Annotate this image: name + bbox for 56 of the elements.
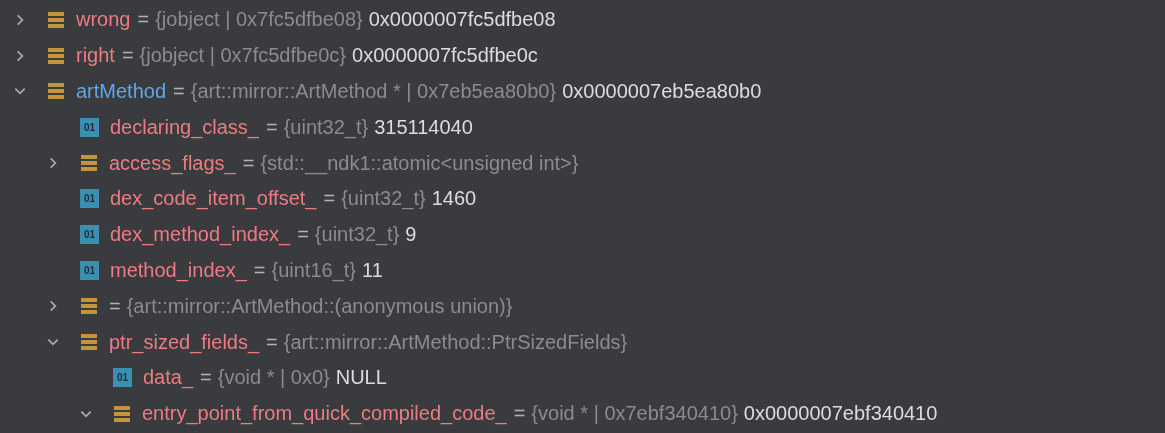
variable-name: dex_method_index_	[110, 223, 291, 247]
variable-name: access_flags_	[109, 151, 236, 175]
primitive-icon: 01	[80, 225, 99, 245]
variable-type: {uint32_t}	[341, 187, 426, 211]
equals-sign: =	[242, 151, 255, 175]
field-list-icon	[47, 10, 65, 29]
equals-sign: =	[266, 330, 278, 354]
variable-name: entry_point_from_quick_compiled_code_	[142, 402, 507, 426]
variable-name: wrong	[76, 8, 131, 32]
variable-value: 315114040	[374, 115, 473, 139]
field-list-icon	[80, 297, 98, 316]
variable-value: NULL	[335, 366, 387, 390]
variable-value: 0x0000007eb5ea80b0	[562, 80, 762, 103]
variable-type: {art::mirror::ArtMethod * | 0x7eb5ea80b0}	[190, 80, 557, 103]
variable-type: {uint32_t}	[283, 115, 369, 139]
variable-type: {uint32_t}	[314, 223, 400, 247]
variable-name: dex_code_item_offset_	[110, 187, 317, 211]
equals-sign: =	[109, 294, 121, 318]
variable-type: {std::__ndk1::atomic<unsigned int>}	[260, 151, 579, 175]
field-list-icon	[80, 333, 98, 352]
variable-type: {art::mirror::ArtMethod::PtrSizedFields}	[283, 330, 628, 354]
equals-sign: =	[200, 366, 212, 390]
variable-name: method_index_	[110, 258, 247, 282]
primitive-icon: 01	[80, 117, 99, 137]
variable-type: {art::mirror::ArtMethod::(anonymous union)}	[126, 294, 513, 318]
variable-value: 1460	[431, 187, 477, 211]
variable-type: {uint16_t}	[271, 258, 356, 282]
variable-name: declaring_class_	[110, 115, 259, 139]
primitive-icon: 01	[113, 368, 132, 388]
variable-value: 0x0000007ebf340410	[743, 402, 938, 426]
equals-sign: =	[137, 8, 150, 32]
primitive-icon: 01	[80, 260, 99, 280]
equals-sign: =	[253, 258, 266, 282]
field-list-icon	[47, 46, 65, 65]
variable-type: {void * | 0x7ebf340410}	[531, 402, 738, 426]
equals-sign: =	[323, 187, 336, 211]
variable-type: {jobject | 0x7fc5dfbe0c}	[139, 44, 347, 68]
variable-type: {jobject | 0x7fc5dfbe08}	[155, 8, 363, 32]
field-list-icon	[113, 404, 131, 423]
variable-value: 11	[362, 258, 383, 282]
variable-name: data_	[143, 366, 194, 390]
field-list-icon	[80, 154, 98, 173]
variable-name: artMethod	[76, 80, 167, 103]
variable-name: ptr_sized_fields_	[109, 330, 260, 354]
equals-sign: =	[121, 44, 134, 68]
variable-value: 9	[405, 223, 417, 247]
equals-sign: =	[513, 402, 526, 426]
field-list-icon	[47, 82, 65, 101]
equals-sign: =	[173, 80, 185, 103]
variable-name: right	[76, 44, 115, 68]
equals-sign: =	[266, 115, 278, 139]
variable-value: 0x0000007fc5dfbe0c	[352, 44, 538, 68]
primitive-icon: 01	[80, 189, 99, 209]
variable-type: {void * | 0x0}	[217, 366, 330, 390]
variable-value: 0x0000007fc5dfbe08	[368, 8, 556, 32]
equals-sign: =	[297, 223, 309, 247]
